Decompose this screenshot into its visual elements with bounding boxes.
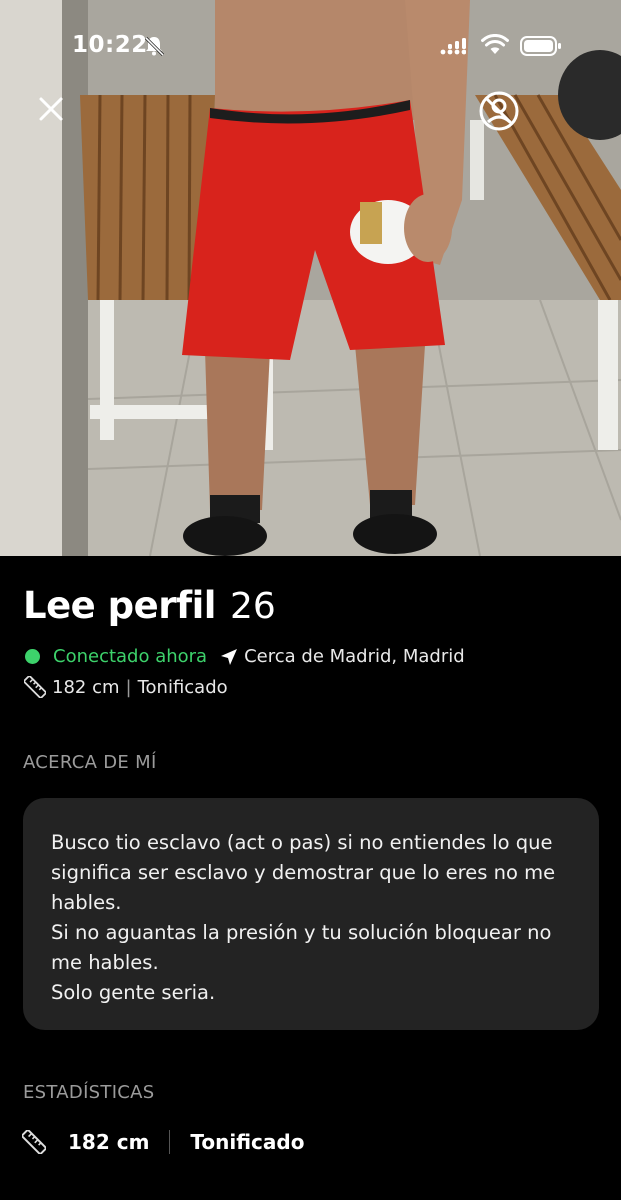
about-line: significa ser esclavo y demostrar que lo… (51, 861, 556, 884)
profile-info: Lee perfil 26 Conectado ahora Cerca de M… (0, 556, 621, 1200)
about-card: Busco tio esclavo (act o pas) si no enti… (23, 798, 599, 1030)
status-location-row: Conectado ahora Cerca de Madrid, Madrid (25, 646, 465, 667)
close-button[interactable] (32, 90, 70, 128)
about-line: me hables. (51, 951, 159, 974)
status-bar: 10:22 (0, 0, 621, 90)
stats-height: 182 cm (68, 1130, 150, 1154)
body-type-value: Tonificado (137, 676, 228, 698)
name-row: Lee perfil 26 (23, 584, 276, 627)
profile-circle-icon[interactable] (478, 90, 520, 132)
ruler-icon (22, 1130, 46, 1154)
about-line: Solo gente seria. (51, 981, 216, 1004)
height-value: 182 cm (52, 676, 120, 698)
battery-icon (520, 36, 561, 56)
profile-name: Lee perfil (23, 584, 216, 627)
stats-row: 182 cm Tonificado (22, 1130, 304, 1154)
stats-section-title: ESTADÍSTICAS (23, 1082, 155, 1103)
status-time: 10:22 (72, 32, 148, 58)
stats-body-type: Tonificado (190, 1130, 305, 1154)
ruler-icon (24, 676, 46, 698)
meta-separator: | (125, 676, 132, 698)
stats-divider (169, 1130, 171, 1154)
location-text: Cerca de Madrid, Madrid (244, 646, 465, 667)
online-dot-icon (25, 649, 40, 664)
location-arrow-icon (221, 648, 238, 665)
about-line: hables. (51, 891, 122, 914)
signal-icon (440, 38, 466, 55)
online-status: Conectado ahora (53, 646, 208, 667)
close-icon (39, 97, 63, 121)
about-line: Busco tio esclavo (act o pas) si no enti… (51, 831, 553, 854)
profile-age: 26 (229, 586, 276, 627)
bell-slash-icon (144, 36, 165, 57)
wifi-icon (481, 34, 509, 54)
about-section-title: ACERCA DE MÍ (23, 752, 157, 773)
about-line: Si no aguantas la presión y tu solución … (51, 921, 552, 944)
height-body-row: 182 cm | Tonificado (24, 676, 228, 698)
profile-photo[interactable]: 10:22 (0, 0, 621, 556)
